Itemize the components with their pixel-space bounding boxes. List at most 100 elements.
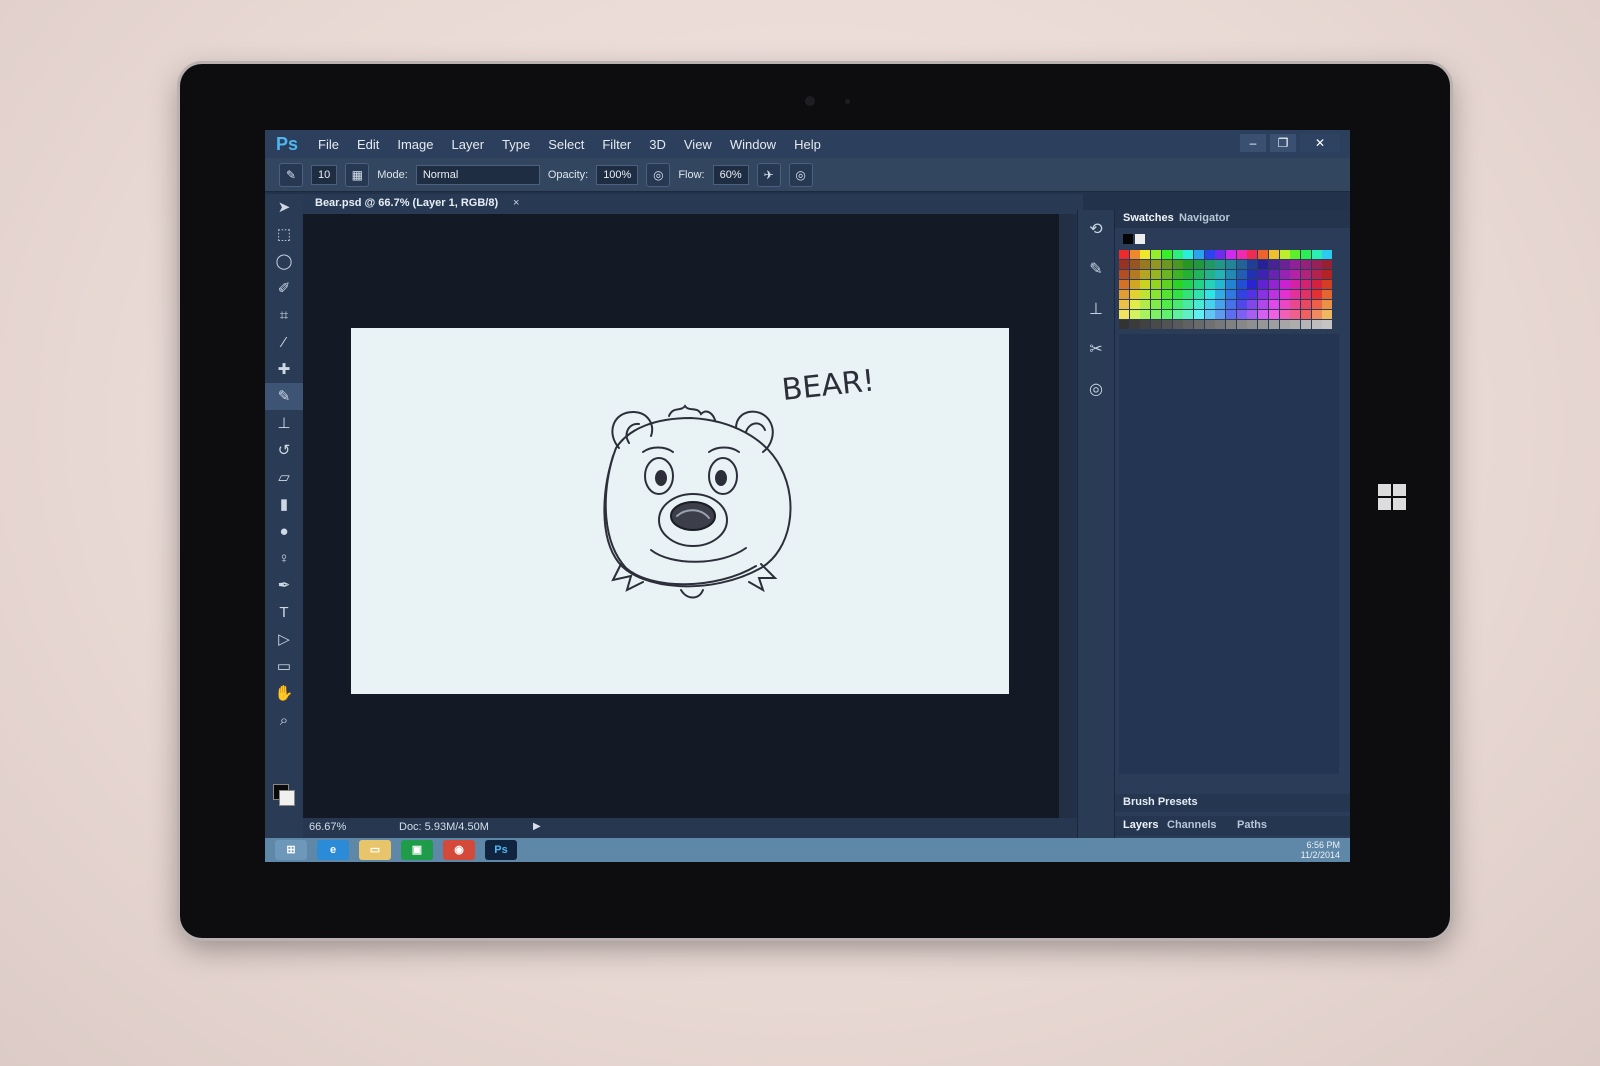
restore-button[interactable]: ❐ [1270,134,1296,152]
brush-size-field[interactable]: 10 [311,164,338,185]
swatch-cell[interactable] [1172,280,1183,289]
swatch-cell[interactable] [1119,310,1129,319]
type-icon[interactable]: T [265,599,303,626]
healing-icon[interactable]: ✚ [265,356,303,383]
swatch-cell[interactable] [1215,260,1226,269]
swatch-cell[interactable] [1258,260,1269,269]
swatch-cell[interactable] [1193,320,1204,329]
swatch-cell[interactable] [1151,280,1162,289]
swatch-cell[interactable] [1215,300,1226,309]
swatch-cell[interactable] [1215,250,1226,259]
swatch-cell[interactable] [1161,320,1172,329]
eyedropper-icon[interactable]: ⁄ [265,329,303,356]
swatch-cell[interactable] [1247,300,1258,309]
swatch-cell[interactable] [1151,260,1162,269]
swatch-cell[interactable] [1226,270,1236,279]
swatch-cell[interactable] [1279,320,1290,329]
swatch-cell[interactable] [1183,310,1194,319]
artboard[interactable]: BEAR! [351,328,1009,694]
swatch-cell[interactable] [1129,250,1140,259]
swatch-cell[interactable] [1226,310,1236,319]
pen-icon[interactable]: ✒ [265,572,303,599]
swatch-cell[interactable] [1258,290,1269,299]
swatch-cell[interactable] [1151,320,1162,329]
swatch-cell[interactable] [1151,300,1162,309]
menu-image[interactable]: Image [388,137,442,152]
internet-explorer-icon[interactable]: e [317,840,349,860]
swatch-cell[interactable] [1151,250,1162,259]
swatch-cell[interactable] [1236,280,1247,289]
swatch-cell[interactable] [1204,290,1215,299]
swatch-cell[interactable] [1161,270,1172,279]
swatch-cell[interactable] [1119,260,1129,269]
swatch-cell[interactable] [1183,290,1194,299]
swatch-cell[interactable] [1268,320,1279,329]
swatch-cell[interactable] [1247,270,1258,279]
swatch-cell[interactable] [1119,270,1129,279]
swatch-cell[interactable] [1226,320,1236,329]
swatch-cell[interactable] [1236,290,1247,299]
tab-layers[interactable]: Layers [1123,819,1158,831]
swatch-cell[interactable] [1322,320,1333,329]
swatch-cell[interactable] [1140,260,1151,269]
tab-swatches[interactable]: Swatches [1123,212,1174,224]
swatch-cell[interactable] [1290,270,1301,279]
swatch-cell[interactable] [1279,300,1290,309]
file-explorer-icon[interactable]: ▭ [359,840,391,860]
start-icon[interactable]: ⊞ [275,840,307,860]
swatch-cell[interactable] [1140,250,1151,259]
swatch-cell[interactable] [1140,290,1151,299]
tab-channels[interactable]: Channels [1167,819,1217,831]
swatch-cell[interactable] [1204,280,1215,289]
menu-layer[interactable]: Layer [443,137,494,152]
swatch-cell[interactable] [1258,250,1269,259]
swatch-cell[interactable] [1140,320,1151,329]
swatch-cell[interactable] [1322,290,1333,299]
swatch-cell[interactable] [1236,310,1247,319]
swatch-cell[interactable] [1300,300,1311,309]
swatch-cell[interactable] [1161,290,1172,299]
swatch-cell[interactable] [1236,320,1247,329]
swatch-foreground[interactable] [1123,234,1133,244]
swatch-cell[interactable] [1119,320,1129,329]
swatch-cell[interactable] [1129,320,1140,329]
shape-icon[interactable]: ▭ [265,653,303,680]
swatch-cell[interactable] [1161,280,1172,289]
pressure-opacity-icon[interactable]: ◎ [646,162,671,187]
swatch-cell[interactable] [1172,270,1183,279]
swatch-cell[interactable] [1193,310,1204,319]
history-brush-icon[interactable]: ↺ [265,437,303,464]
canvas-area[interactable]: BEAR! [303,214,1059,818]
swatch-cell[interactable] [1183,300,1194,309]
marquee-icon[interactable]: ⬚ [265,221,303,248]
swatch-cell[interactable] [1279,270,1290,279]
swatch-cell[interactable] [1236,250,1247,259]
swatch-cell[interactable] [1140,310,1151,319]
crop-icon[interactable]: ⌗ [265,302,303,329]
menu-help[interactable]: Help [785,137,830,152]
gradient-icon[interactable]: ▮ [265,491,303,518]
adjustments-icon[interactable]: ◎ [1078,370,1114,410]
swatch-cell[interactable] [1311,310,1322,319]
swatch-cell[interactable] [1311,260,1322,269]
swatch-cell[interactable] [1129,280,1140,289]
swatch-cell[interactable] [1193,270,1204,279]
swatch-cell[interactable] [1119,250,1129,259]
swatch-cell[interactable] [1279,260,1290,269]
swatch-cell[interactable] [1300,260,1311,269]
zoom-icon[interactable]: ⌕ [265,707,303,734]
swatch-cell[interactable] [1236,300,1247,309]
swatch-cell[interactable] [1172,250,1183,259]
swatch-cell[interactable] [1129,270,1140,279]
swatch-cell[interactable] [1311,290,1322,299]
swatch-cell[interactable] [1183,260,1194,269]
swatch-cell[interactable] [1204,250,1215,259]
swatch-cell[interactable] [1322,310,1333,319]
document-tab[interactable]: Bear.psd @ 66.7% (Layer 1, RGB/8) × [303,194,1083,214]
swatch-cell[interactable] [1129,260,1140,269]
swatch-cell[interactable] [1300,270,1311,279]
swatch-cell[interactable] [1119,280,1129,289]
swatch-background[interactable] [1135,234,1145,244]
swatch-cell[interactable] [1268,290,1279,299]
swatch-cell[interactable] [1258,270,1269,279]
